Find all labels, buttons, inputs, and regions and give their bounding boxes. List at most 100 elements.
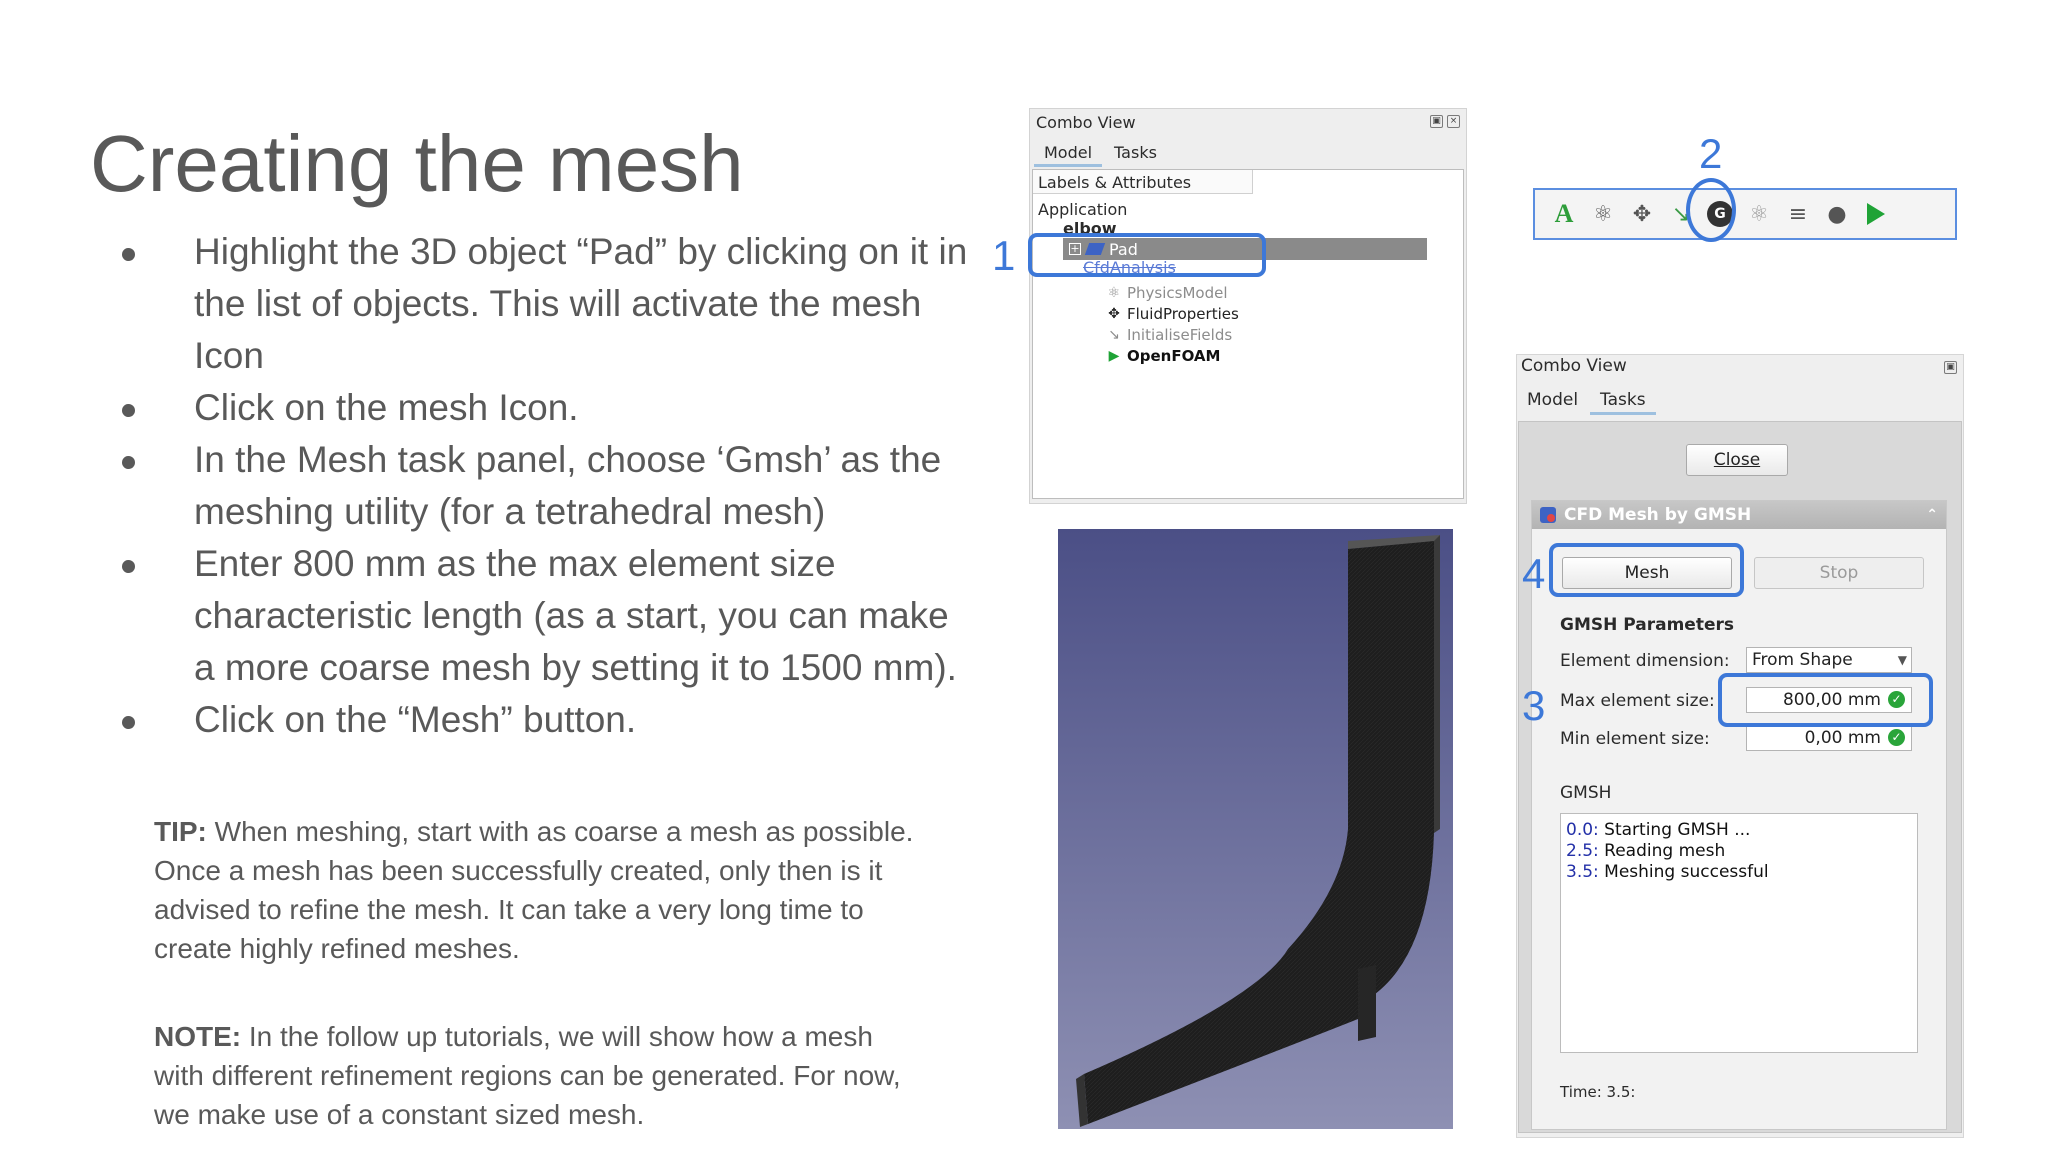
play-icon [1867,203,1885,225]
atom-icon: ⚛ [1107,285,1121,301]
boundary-icon[interactable]: ≡ [1783,199,1813,229]
log-time: 2.5: [1566,841,1599,861]
bullet-text: Click on the “Mesh” button. [194,699,637,740]
cfd-analysis-icon[interactable]: A [1549,199,1579,229]
slide-title: Creating the mesh [90,119,744,208]
log-line: 3.5: Meshing successful [1566,862,1912,883]
callout-number-4: 4 [1522,550,1546,597]
log-line: 2.5: Reading mesh [1566,841,1912,862]
float-icon[interactable]: ▣ [1944,361,1957,374]
mesh-render-image [1076,535,1440,1127]
tab-model[interactable]: Model [1034,141,1103,167]
tree-column-header: Labels & Attributes [1033,170,1253,194]
combo-view-model-panel: Combo View ▣ × Model Tasks Labels & Attr… [1029,108,1467,504]
tree-item-label: FluidProperties [1127,305,1239,323]
combo-view-tabs: Model Tasks [1034,141,1167,167]
physics-model-icon[interactable]: ⚛ [1588,199,1618,229]
tip-paragraph: TIP: When meshing, start with as coarse … [154,812,914,968]
callout-number-2: 2 [1699,130,1723,177]
bullet-text: Highlight the 3D object “Pad” by clickin… [194,231,968,376]
callout-box-mesh-button [1549,543,1744,597]
valid-check-icon: ✓ [1888,729,1905,746]
callout-circle-mesh-icon [1686,178,1736,242]
tree-item-label: InitialiseFields [1127,326,1233,344]
tree-item-label: OpenFOAM [1127,347,1221,365]
tip-label: TIP: [154,816,207,847]
bullet-dot [122,560,135,573]
mesh-render-viewport [1058,529,1453,1129]
float-icon[interactable]: ▣ [1430,115,1443,128]
bullet-text: Enter 800 mm as the max element size cha… [194,543,957,688]
panel-title-buttons: ▣ [1944,361,1957,374]
gmsh-parameters-heading: GMSH Parameters [1560,615,1734,635]
note-paragraph: NOTE: In the follow up tutorials, we wil… [154,1017,914,1134]
log-message: Starting GMSH ... [1598,820,1751,840]
initialise-fields-icon: ↘ [1108,327,1120,343]
tree-item-label: PhysicsModel [1127,284,1228,302]
bullet-dot [122,716,135,729]
log-time: 0.0: [1566,820,1599,840]
tab-tasks[interactable]: Tasks [1590,388,1656,415]
bullet-item: Click on the mesh Icon. [118,382,978,434]
bullet-list: Highlight the 3D object “Pad” by clickin… [118,226,978,746]
elapsed-time-label: Time: 3.5: [1560,1083,1636,1101]
model-tree: Labels & Attributes Application elbow + … [1032,169,1464,499]
callout-number-3: 3 [1522,682,1546,729]
bullet-dot [122,248,135,261]
stop-button[interactable]: Stop [1754,557,1924,589]
note-label: NOTE: [154,1021,242,1052]
bullet-text: In the Mesh task panel, choose ‘Gmsh’ as… [194,439,942,532]
combo-view-title: Combo View [1036,113,1136,132]
porous-zone-icon[interactable]: ● [1822,199,1852,229]
note-text: In the follow up tutorials, we will show… [154,1021,901,1130]
bullet-item: Highlight the 3D object “Pad” by clickin… [118,226,978,382]
cfd-mesh-icon [1540,507,1556,523]
gmsh-log-heading: GMSH [1560,783,1612,803]
log-line: 0.0: Starting GMSH ... [1566,820,1912,841]
min-element-size-input[interactable]: 0,00 mm ✓ [1746,725,1912,751]
log-time: 3.5: [1566,862,1599,882]
combo-view-tabs: Model Tasks [1517,388,1656,415]
log-message: Reading mesh [1598,841,1726,861]
bullet-text: Click on the mesh Icon. [194,387,579,428]
tree-item-openfoam[interactable]: ▶ OpenFOAM [1107,347,1221,365]
bullet-item: Click on the “Mesh” button. [118,694,978,746]
min-element-size-value: 0,00 mm [1804,728,1881,748]
min-element-size-label: Min element size: [1560,729,1710,749]
task-area: Close CFD Mesh by GMSH ⌃ Mesh Stop GMSH … [1518,421,1962,1133]
tree-item-fluid-properties[interactable]: ✥ FluidProperties [1107,305,1239,323]
mesh-region-icon[interactable]: ⚛ [1744,199,1774,229]
fluid-properties-icon[interactable]: ✥ [1627,199,1657,229]
element-dimension-value: From Shape [1752,650,1853,670]
cfd-toolbar: A ⚛ ✥ ↘ G ⚛ ≡ ● [1533,188,1957,240]
fluid-properties-icon: ✥ [1108,306,1120,322]
bullet-item: Enter 800 mm as the max element size cha… [118,538,978,694]
bullet-item: In the Mesh task panel, choose ‘Gmsh’ as… [118,434,978,538]
gmsh-log-output: 0.0: Starting GMSH ... 2.5: Reading mesh… [1560,813,1918,1053]
close-icon[interactable]: × [1447,115,1460,128]
tree-application-label: Application [1038,200,1128,219]
tree-item-physics-model[interactable]: ⚛ PhysicsModel [1107,284,1228,302]
element-dimension-label: Element dimension: [1560,651,1730,671]
element-dimension-select[interactable]: From Shape ▼ [1746,647,1912,673]
tab-model[interactable]: Model [1517,388,1588,415]
callout-number-1: 1 [992,232,1016,279]
combo-view-tasks-panel: Combo View ▣ Model Tasks Close CFD Mesh … [1516,354,1964,1138]
task-box-header: CFD Mesh by GMSH ⌃ [1532,501,1946,529]
collapse-icon[interactable]: ⌃ [1926,501,1938,529]
bullet-dot [122,404,135,417]
max-element-size-label: Max element size: [1560,691,1715,711]
tab-tasks[interactable]: Tasks [1104,141,1167,167]
log-message: Meshing successful [1598,862,1769,882]
tree-item-initialise-fields[interactable]: ↘ InitialiseFields [1107,326,1232,344]
tip-text: When meshing, start with as coarse a mes… [154,816,914,964]
task-box-title: CFD Mesh by GMSH [1564,505,1752,525]
play-icon: ▶ [1108,348,1120,364]
solver-run-icon[interactable] [1861,199,1891,229]
callout-box-max-size [1718,673,1933,727]
chevron-down-icon: ▼ [1897,653,1907,667]
close-button[interactable]: Close [1686,444,1788,476]
bullet-dot [122,456,135,469]
combo-view-title: Combo View [1521,356,1627,376]
panel-title-buttons: ▣ × [1430,115,1460,128]
